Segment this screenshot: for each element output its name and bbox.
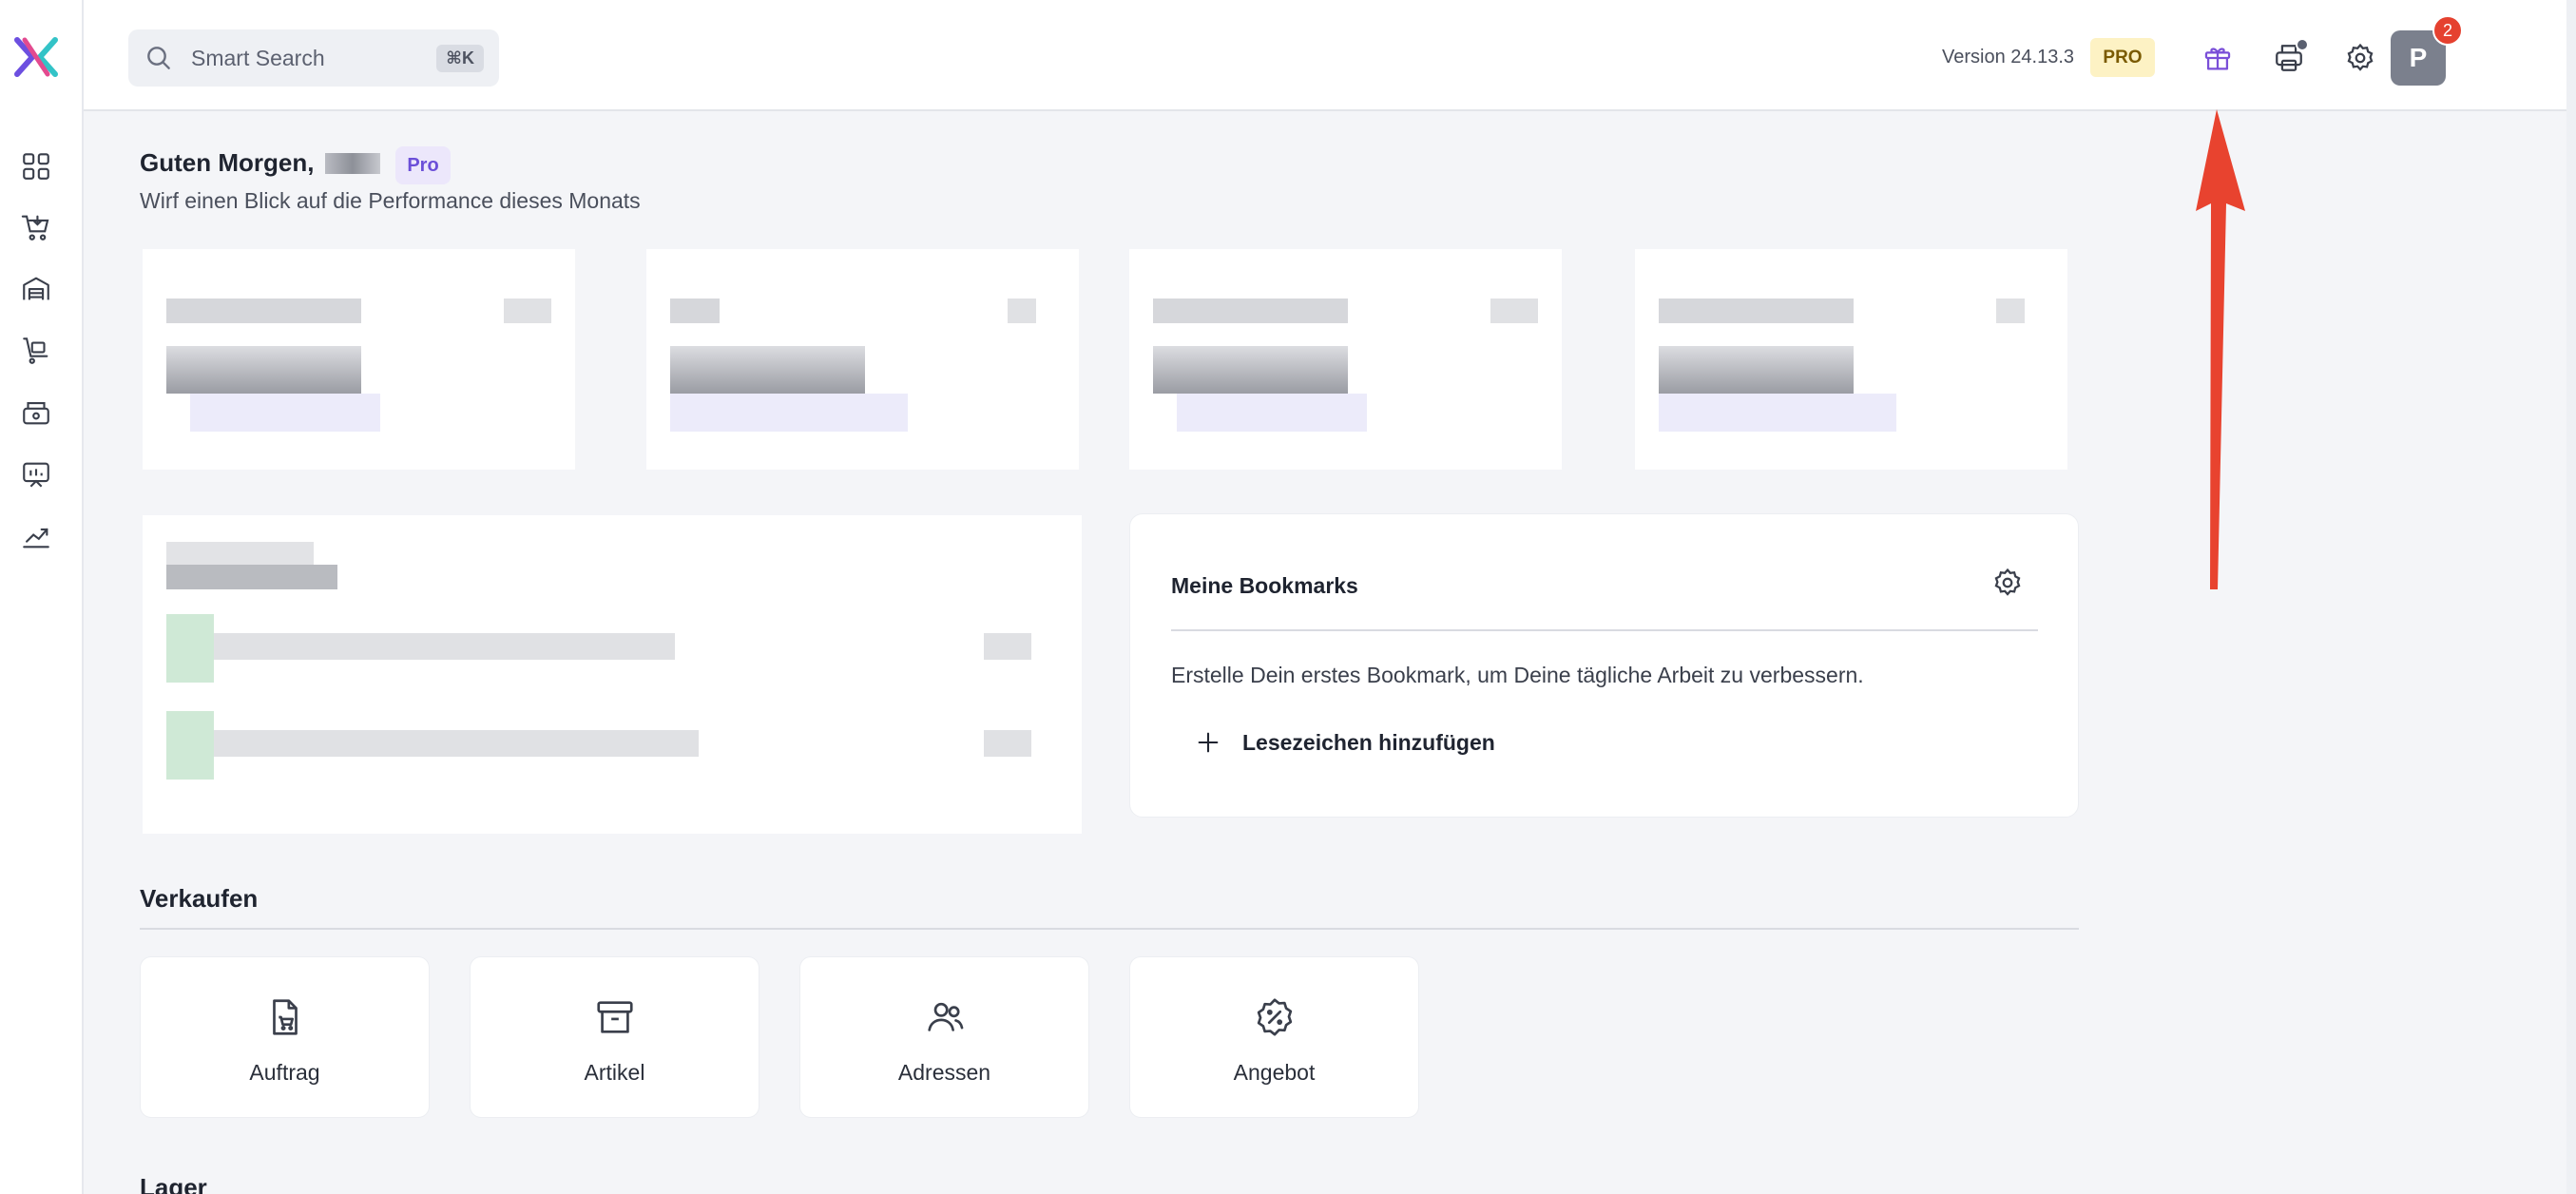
tile-adressen[interactable]: Adressen: [799, 956, 1089, 1118]
discount-badge-icon: [1253, 995, 1297, 1039]
tile-angebot[interactable]: Angebot: [1129, 956, 1419, 1118]
cart-icon[interactable]: [17, 208, 55, 246]
app-logo[interactable]: [11, 32, 61, 82]
kpi-card-blurred: [1635, 249, 2067, 470]
greeting-text: Guten Morgen,: [140, 148, 315, 177]
blurred-list-card: [143, 515, 1082, 834]
trolley-icon[interactable]: [17, 332, 55, 370]
plan-badge[interactable]: PRO: [2090, 38, 2155, 77]
gift-icon[interactable]: [2198, 38, 2238, 78]
archive-icon: [593, 995, 637, 1039]
section-divider: [140, 928, 2079, 930]
kpi-card-blurred: [646, 249, 1079, 470]
kpi-card-blurred: [1129, 249, 1562, 470]
analytics-icon[interactable]: [17, 517, 55, 555]
annotation-arrow-icon: [2196, 109, 2245, 589]
add-bookmark-button[interactable]: Lesezeichen hinzufügen: [1195, 729, 1495, 756]
greeting-subtitle: Wirf einen Blick auf die Performance die…: [140, 188, 641, 213]
tile-label: Angebot: [1233, 1060, 1316, 1085]
cash-register-icon[interactable]: [17, 394, 55, 432]
tile-label: Adressen: [897, 1060, 991, 1085]
tile-auftrag[interactable]: Auftrag: [140, 956, 430, 1118]
settings-gear-icon[interactable]: [2340, 38, 2380, 78]
section-title-stock: Lager: [140, 1173, 207, 1194]
add-bookmark-label: Lesezeichen hinzufügen: [1242, 729, 1495, 755]
tile-label: Artikel: [584, 1060, 645, 1085]
greeting-heading: Guten Morgen,: [140, 148, 381, 178]
bookmarks-divider: [1171, 629, 2038, 631]
notification-count-badge: 2: [2432, 15, 2463, 46]
sidebar: [0, 0, 84, 1194]
bookmarks-title: Meine Bookmarks: [1171, 573, 1358, 598]
contacts-icon: [923, 995, 967, 1039]
search-icon: [147, 47, 170, 69]
plus-icon: [1198, 732, 1219, 753]
section-title-sell: Verkaufen: [140, 884, 259, 913]
tile-artikel[interactable]: Artikel: [470, 956, 759, 1118]
kpi-card-blurred: [143, 249, 575, 470]
dashboard-icon[interactable]: [17, 147, 55, 185]
bookmarks-empty-text: Erstelle Dein erstes Bookmark, um Deine …: [1171, 663, 1864, 687]
smart-search[interactable]: Smart Search ⌘K: [128, 29, 499, 87]
top-header: Smart Search ⌘K Version 24.13.3 PRO: [84, 0, 2576, 111]
bookmarks-card: Meine Bookmarks Erstelle Dein erstes Boo…: [1129, 513, 2079, 818]
version-label: Version 24.13.3: [1942, 47, 2074, 67]
bookmark-settings-gear-icon[interactable]: [1991, 567, 2026, 601]
printer-status-dot: [2296, 38, 2309, 51]
presentation-icon[interactable]: [17, 455, 55, 493]
search-shortcut: ⌘K: [436, 44, 484, 72]
search-placeholder: Smart Search: [191, 45, 325, 70]
scrollbar[interactable]: [2566, 0, 2576, 1194]
warehouse-icon[interactable]: [17, 270, 55, 308]
printer-icon[interactable]: [2269, 38, 2309, 78]
redacted-user-name: [325, 152, 381, 174]
pro-pill: Pro: [395, 146, 451, 184]
tile-label: Auftrag: [249, 1060, 320, 1085]
order-icon: [263, 995, 307, 1039]
